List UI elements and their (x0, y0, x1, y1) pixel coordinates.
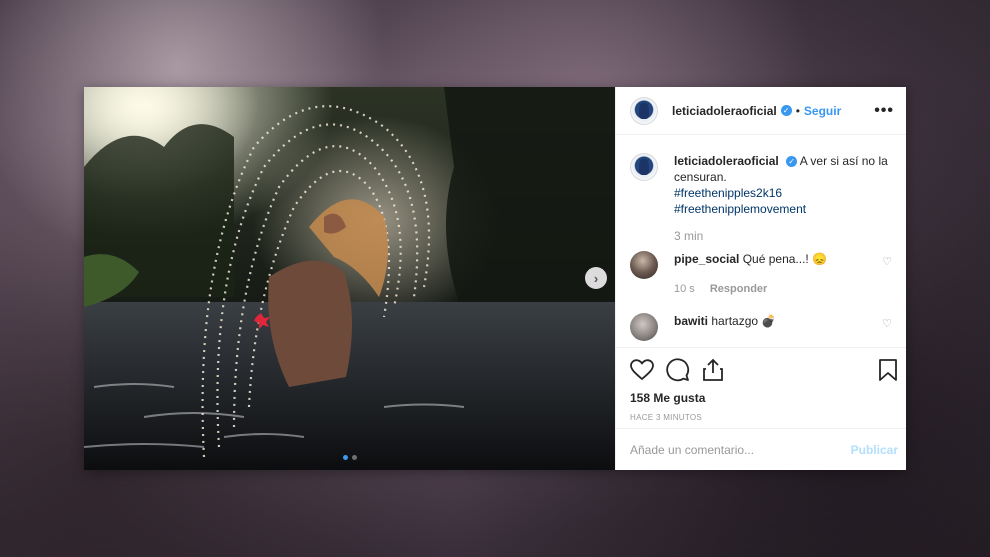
verified-icon: ✓ (780, 105, 792, 116)
follow-button[interactable]: Seguir (804, 104, 841, 118)
commenter-avatar[interactable] (630, 313, 658, 341)
comment-meta: 10 s Responder (674, 281, 882, 297)
publish-button[interactable]: Publicar (851, 443, 898, 457)
hashtag-link[interactable]: #freethenipples2k16 (674, 185, 892, 201)
post-header: leticiadoleraoficial ✓ • Seguir ••• (616, 87, 906, 135)
commenter-avatar[interactable] (630, 251, 658, 279)
comment-text: hartazgo 💣 (711, 314, 777, 328)
post-photo: › (84, 87, 615, 470)
reply-button[interactable]: Responder (710, 283, 767, 295)
comments-section[interactable]: leticiadoleraoficial ✓ A ver si así no l… (616, 135, 906, 347)
hashtag-link[interactable]: #freethenipplemovement (674, 201, 892, 217)
comment-item: bawiti hartazgo 💣 ♡ (630, 313, 892, 341)
post-actions: 158 Me gusta HACE 3 MINUTOS (616, 347, 906, 428)
chevron-right-icon: › (593, 270, 599, 286)
comment-input[interactable] (630, 442, 851, 457)
like-comment-heart-icon[interactable]: ♡ (882, 317, 892, 330)
comment-body: bawiti hartazgo 💣 (674, 313, 882, 329)
heart-icon[interactable] (630, 359, 654, 381)
comment-text: Qué pena...! 😞 (742, 252, 828, 266)
caption-username[interactable]: leticiadoleraoficial (674, 154, 779, 168)
post-sidebar: leticiadoleraoficial ✓ • Seguir ••• leti… (615, 87, 906, 470)
post-timestamp: HACE 3 MINUTOS (630, 413, 703, 422)
comment-body: pipe_social Qué pena...! 😞 10 s Responde… (674, 251, 882, 297)
caption-text: leticiadoleraoficial ✓ A ver si así no l… (674, 153, 892, 217)
caption-avatar[interactable] (630, 153, 658, 181)
caption-time: 3 min (674, 229, 704, 243)
separator: • (795, 103, 800, 118)
carousel-dot-active (342, 455, 348, 460)
action-icons (630, 358, 898, 382)
carousel-next-button[interactable]: › (585, 267, 607, 289)
caption: leticiadoleraoficial ✓ A ver si así no l… (630, 153, 892, 217)
instagram-post: › leticiadoleraoficial ✓ • Seguir ••• le… (84, 87, 906, 470)
comment-icon[interactable] (666, 358, 690, 382)
share-icon[interactable] (702, 358, 724, 382)
likes-count[interactable]: 158 Me gusta (630, 391, 898, 405)
author-username[interactable]: leticiadoleraoficial (672, 104, 777, 118)
carousel-indicator (84, 455, 615, 460)
carousel-dot (351, 455, 357, 460)
more-icon[interactable]: ••• (874, 102, 894, 120)
like-comment-heart-icon[interactable]: ♡ (882, 255, 892, 268)
author-avatar[interactable] (630, 96, 658, 125)
photo-illustration (84, 87, 615, 470)
verified-icon: ✓ (786, 156, 798, 168)
comment-username[interactable]: pipe_social (674, 252, 739, 266)
comment-time: 10 s (674, 283, 695, 295)
comment-composer: Publicar (616, 428, 906, 470)
bookmark-icon[interactable] (878, 358, 898, 382)
comment-username[interactable]: bawiti (674, 314, 708, 328)
comment-item: pipe_social Qué pena...! 😞 10 s Responde… (630, 251, 892, 297)
